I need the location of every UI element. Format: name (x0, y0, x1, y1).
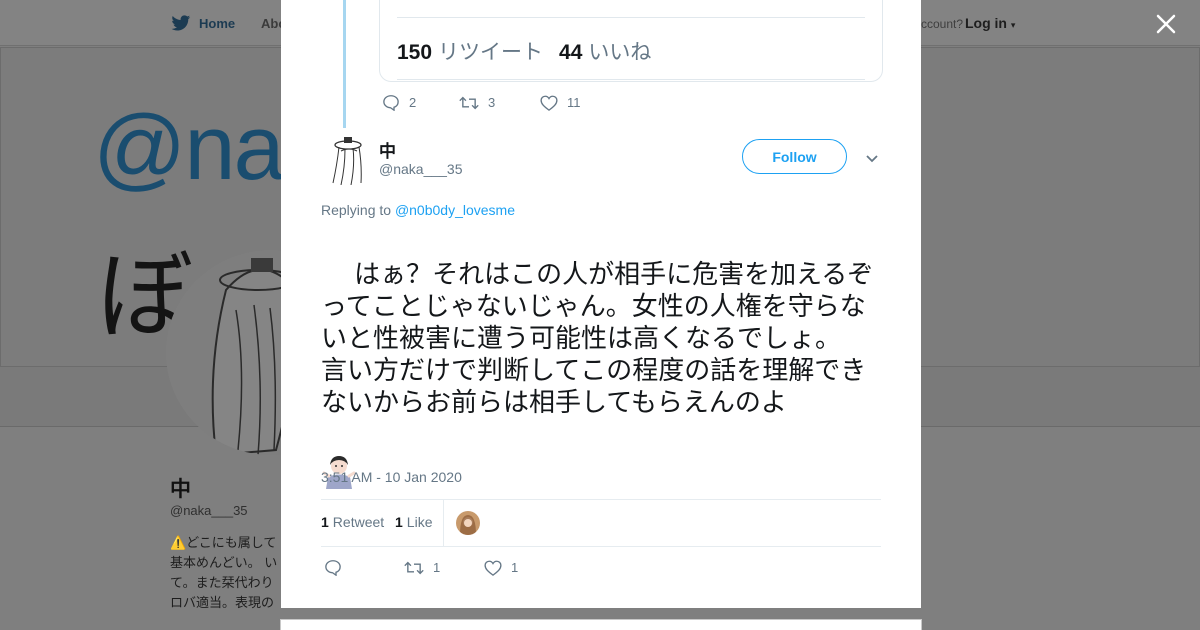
retweets-stat-link[interactable]: 1 Retweet (321, 514, 384, 530)
quote-card-bottom-divider (397, 79, 865, 80)
liker-avatar-image (456, 511, 480, 535)
author-name[interactable]: 中 (379, 137, 396, 162)
retweet-count: 3 (488, 95, 496, 110)
quote-like-count: 44 (559, 41, 583, 64)
author-handle[interactable]: @naka___35 (379, 161, 463, 177)
profile-bio: ⚠️どこにも属して 基本めんどい。 い て。また栞代わり ロバ適当。表現の (170, 535, 278, 610)
profile-name: 中 (170, 478, 191, 501)
retweet-button[interactable]: 3 (459, 95, 540, 111)
twitter-bird-icon (171, 15, 191, 31)
tweet-like-button[interactable]: 1 (484, 560, 518, 576)
nav-account-text: ccount? (921, 17, 964, 31)
heart-icon (484, 560, 502, 576)
retweet-icon (404, 561, 424, 574)
retweet-icon (459, 96, 479, 109)
reply-icon (325, 560, 341, 576)
author-avatar[interactable] (327, 135, 367, 186)
more-options-button[interactable] (864, 150, 880, 166)
nav-login-link[interactable]: Log in ▾ (965, 15, 1015, 31)
likes-stat-link[interactable]: 1 Like (395, 514, 432, 530)
replying-to-line: Replying to @n0b0dy_lovesme (321, 202, 515, 218)
heart-icon (540, 95, 558, 111)
quoted-tweet-card[interactable]: 150 リツイート 44 いいね (379, 0, 883, 82)
close-icon (1156, 14, 1176, 34)
login-label: Log in (965, 15, 1007, 31)
like-count: 11 (567, 95, 581, 110)
author-avatar-illustration (327, 135, 367, 186)
tweet-retweet-button[interactable]: 1 (404, 560, 484, 576)
tweet-modal: 150 リツイート 44 いいね 2 3 11 中 @naka___35 Fol… (281, 0, 921, 608)
tweet-retweet-count: 1 (433, 560, 441, 575)
nav-home-link[interactable]: Home (171, 15, 235, 32)
tweet-reply-button[interactable] (324, 559, 404, 576)
retweets-stat-label: Retweet (332, 514, 385, 530)
stats-divider (443, 500, 444, 546)
caret-down-icon: ▾ (1010, 20, 1016, 30)
likes-stat-label: Like (406, 514, 433, 530)
tweet-like-count: 1 (511, 560, 519, 575)
retweets-stat-count: 1 (321, 514, 329, 530)
liker-avatar[interactable] (456, 511, 480, 535)
tweet-timestamp[interactable]: 3:51 AM - 10 Jan 2020 (321, 469, 462, 485)
thread-connector-line (343, 0, 346, 128)
quote-card-divider (397, 17, 865, 18)
replying-to-mention-link[interactable]: @n0b0dy_lovesme (395, 202, 515, 218)
parent-tweet-actions: 2 3 11 (382, 94, 581, 111)
close-modal-button[interactable] (1152, 10, 1180, 38)
nav-home-label: Home (199, 16, 236, 31)
next-modal-card-edge (280, 619, 922, 630)
profile-handle: @naka___35 (170, 503, 248, 518)
quote-retweet-count: 150 (397, 41, 433, 64)
tweet-actions: 1 1 (324, 559, 518, 576)
tweet-body: はぁ？それはこの人が相手に危害を加えるぞってことじゃないじゃん。女性の人権を守ら… (321, 260, 874, 418)
reply-button[interactable]: 2 (382, 94, 459, 111)
reply-count: 2 (409, 95, 417, 110)
quote-card-stats: 150 リツイート 44 いいね (397, 36, 667, 66)
quote-like-label: いいね (588, 41, 652, 64)
tweet-stats-bar: 1 Retweet 1 Like (321, 499, 881, 547)
reply-icon (383, 95, 399, 111)
follow-button[interactable]: Follow (742, 139, 847, 174)
banner-handle-text: @na (93, 97, 285, 199)
chevron-down-icon (866, 155, 878, 163)
like-button[interactable]: 11 (540, 95, 581, 111)
quote-retweet-label: リツイート (438, 41, 544, 64)
replying-to-label: Replying to (321, 202, 392, 218)
likes-stat-count: 1 (395, 514, 403, 530)
